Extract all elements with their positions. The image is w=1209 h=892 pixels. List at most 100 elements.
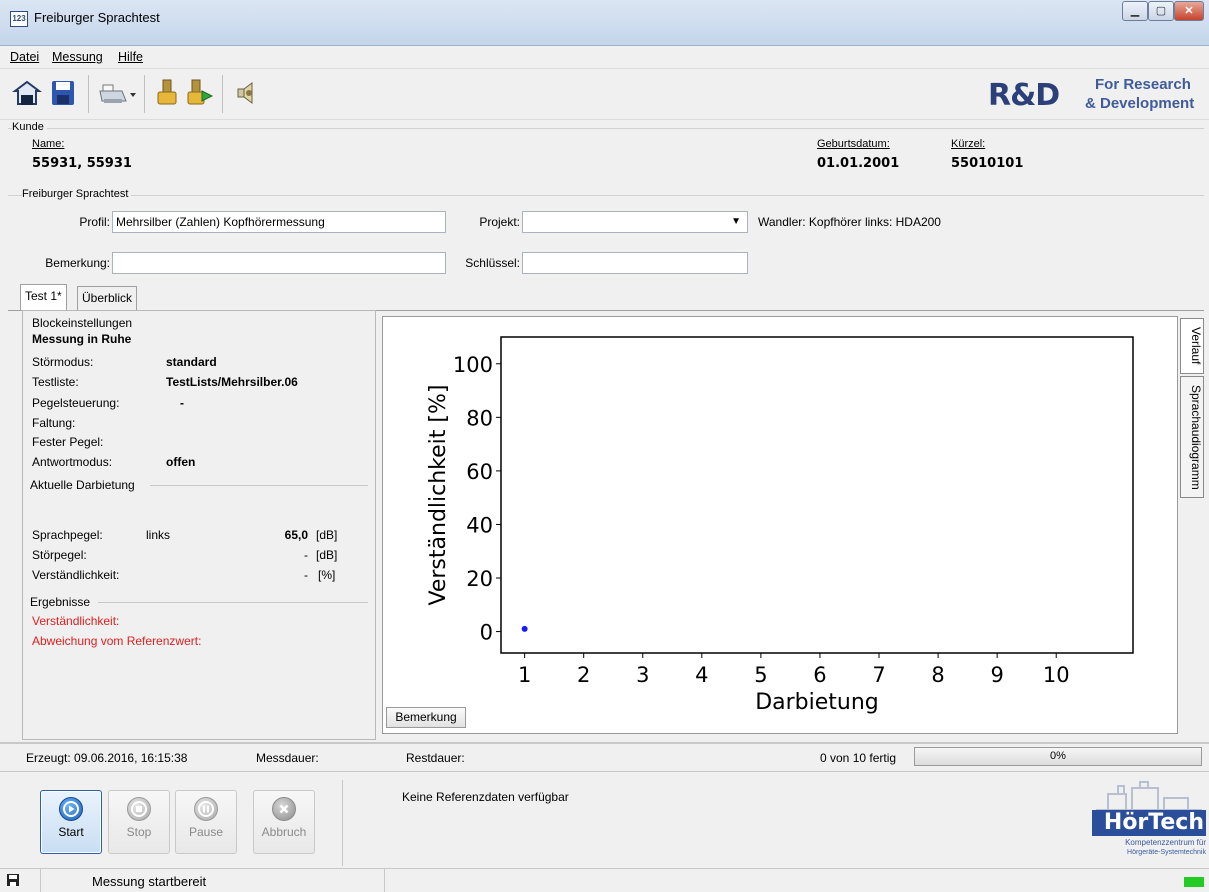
export-icon[interactable] [184,77,214,109]
menu-bar: Datei Messung Hilfe [0,46,1209,68]
wandler-text: Wandler: Kopfhörer links: HDA200 [758,215,941,229]
speaker-icon[interactable] [232,77,262,109]
sprachpegel-side: links [146,528,171,542]
bemerkung-label: Bemerkung: [45,256,110,270]
stoerpegel-value: - [304,548,308,562]
tab-ueberblick[interactable]: Überblick [77,286,138,310]
kunde-frame [8,128,1204,129]
x-tick-label: 10 [1043,663,1070,687]
menu-messung[interactable]: Messung [52,50,103,64]
current-legend: Aktuelle Darbietung [30,478,135,492]
chart: 0 20 40 60 80 100 1 2 3 4 5 6 7 8 9 10 Darbietung Verstän… [426,336,1134,715]
verstaendlichkeit-unit: [%] [318,568,336,582]
open-icon[interactable] [12,77,42,109]
save-status-icon [6,873,20,887]
kuerzel-value: 55010101 [951,156,1024,171]
title-bar: 123 Freiburger Sprachtest ▁ ▢ ✕ [0,0,1209,46]
window-title: Freiburger Sprachtest [34,10,160,25]
y-axis-label: Verständlichkeit [%] [426,385,451,606]
schluessel-label: Schlüssel: [465,256,520,270]
pegelsteuerung-label: Pegelsteuerung: [32,396,120,410]
status-message: Messung startbereit [92,874,207,889]
profil-field[interactable]: Mehrsilber (Zahlen) Kopfhörermessung [112,211,446,233]
progress-bar: 0% [914,747,1202,766]
antwortmodus-label: Antwortmodus: [32,455,113,469]
chart-panel: 0 20 40 60 80 100 1 2 3 4 5 6 7 8 9 10 Darbietung Verstän… [382,316,1178,734]
testliste-value: TestLists/Mehrsilber.06 [166,375,298,389]
y-tick-label: 80 [466,406,493,430]
toolbar-separator [144,75,145,113]
sprachpegel-value: 65,0 [284,528,308,542]
start-button[interactable]: Start [40,790,102,854]
kuerzel-label: Kürzel: [951,138,986,150]
faltung-label: Faltung: [32,416,76,430]
minimize-button[interactable]: ▁ [1122,1,1148,21]
rd-logo: R&D For Research & Development [988,76,1195,113]
pause-button[interactable]: Pause [175,790,237,854]
chevron-down-icon: ▼ [731,216,741,227]
x-tick-label: 5 [754,663,767,687]
progress-percent: 0% [1050,750,1066,762]
bemerkung-field[interactable] [112,252,446,274]
menu-datei[interactable]: Datei [10,50,39,64]
results-legend: Ergebnisse [30,595,91,609]
result-abweichung: Abweichung vom Referenzwert: [32,634,202,648]
birth-value: 01.01.2001 [817,156,900,171]
name-label: Name: [32,138,65,150]
side-tab-verlauf[interactable]: Verlauf [1180,318,1204,374]
pause-icon [194,797,218,821]
controls-divider [342,780,343,866]
cancel-icon [272,797,296,821]
verstaendlichkeit-value: - [304,568,308,582]
x-tick-label: 4 [695,663,708,687]
data-point [521,625,528,632]
x-tick-label: 2 [577,663,590,687]
stoerpegel-unit: [dB] [316,548,338,562]
profil-label: Profil: [79,215,110,229]
section-divider [98,602,368,603]
play-icon [59,797,83,821]
messdauer-label: Messdauer: [256,751,319,765]
tab-test-1[interactable]: Test 1* [20,284,67,310]
birth-label: Geburtsdatum: [817,138,890,150]
import-icon[interactable] [152,77,182,109]
stoerpegel-label: Störpegel: [32,548,87,562]
toolbar-separator [222,75,223,113]
y-tick-label: 100 [453,353,493,377]
statusbar-divider [40,869,41,892]
x-axis-label: Darbietung [755,690,879,715]
chart-bemerkung-button[interactable]: Bemerkung [386,707,466,728]
x-tick-label: 9 [990,663,1003,687]
restdauer-label: Restdauer: [406,751,465,765]
testliste-label: Testliste: [32,375,79,389]
app-icon: 123 [10,11,28,27]
maximize-button[interactable]: ▢ [1148,1,1174,21]
fst-frame [8,195,1204,196]
y-tick-label: 60 [466,460,493,484]
kunde-legend: Kunde [12,121,47,133]
pegelsteuerung-value: - [180,396,184,410]
projekt-select[interactable]: ▼ [522,211,748,233]
stop-icon [127,797,151,821]
result-verstaendlichkeit: Verständlichkeit: [32,614,120,628]
sprachpegel-unit: [dB] [316,528,338,542]
stoermodus-value: standard [166,355,217,369]
progress-count: 0 von 10 fertig [820,751,897,765]
side-tab-sprachaudiogramm[interactable]: Sprachaudiogramm [1180,376,1204,498]
verstaendlichkeit-label: Verständlichkeit: [32,568,120,582]
x-tick-label: 6 [813,663,826,687]
x-tick-label: 1 [518,663,531,687]
abbruch-button[interactable]: Abbruch [253,790,315,854]
close-button[interactable]: ✕ [1174,1,1204,21]
status-bar: Messung startbereit [0,868,1209,892]
y-tick-label: 0 [480,621,493,645]
print-icon[interactable] [98,77,138,109]
save-icon[interactable] [48,77,78,109]
schluessel-field[interactable] [522,252,748,274]
name-value: 55931, 55931 [32,156,132,171]
block-heading: Messung in Ruhe [32,332,132,346]
stop-button[interactable]: Stop [108,790,170,854]
x-tick-label: 8 [931,663,944,687]
menu-hilfe[interactable]: Hilfe [118,50,143,64]
antwortmodus-value: offen [166,455,196,469]
